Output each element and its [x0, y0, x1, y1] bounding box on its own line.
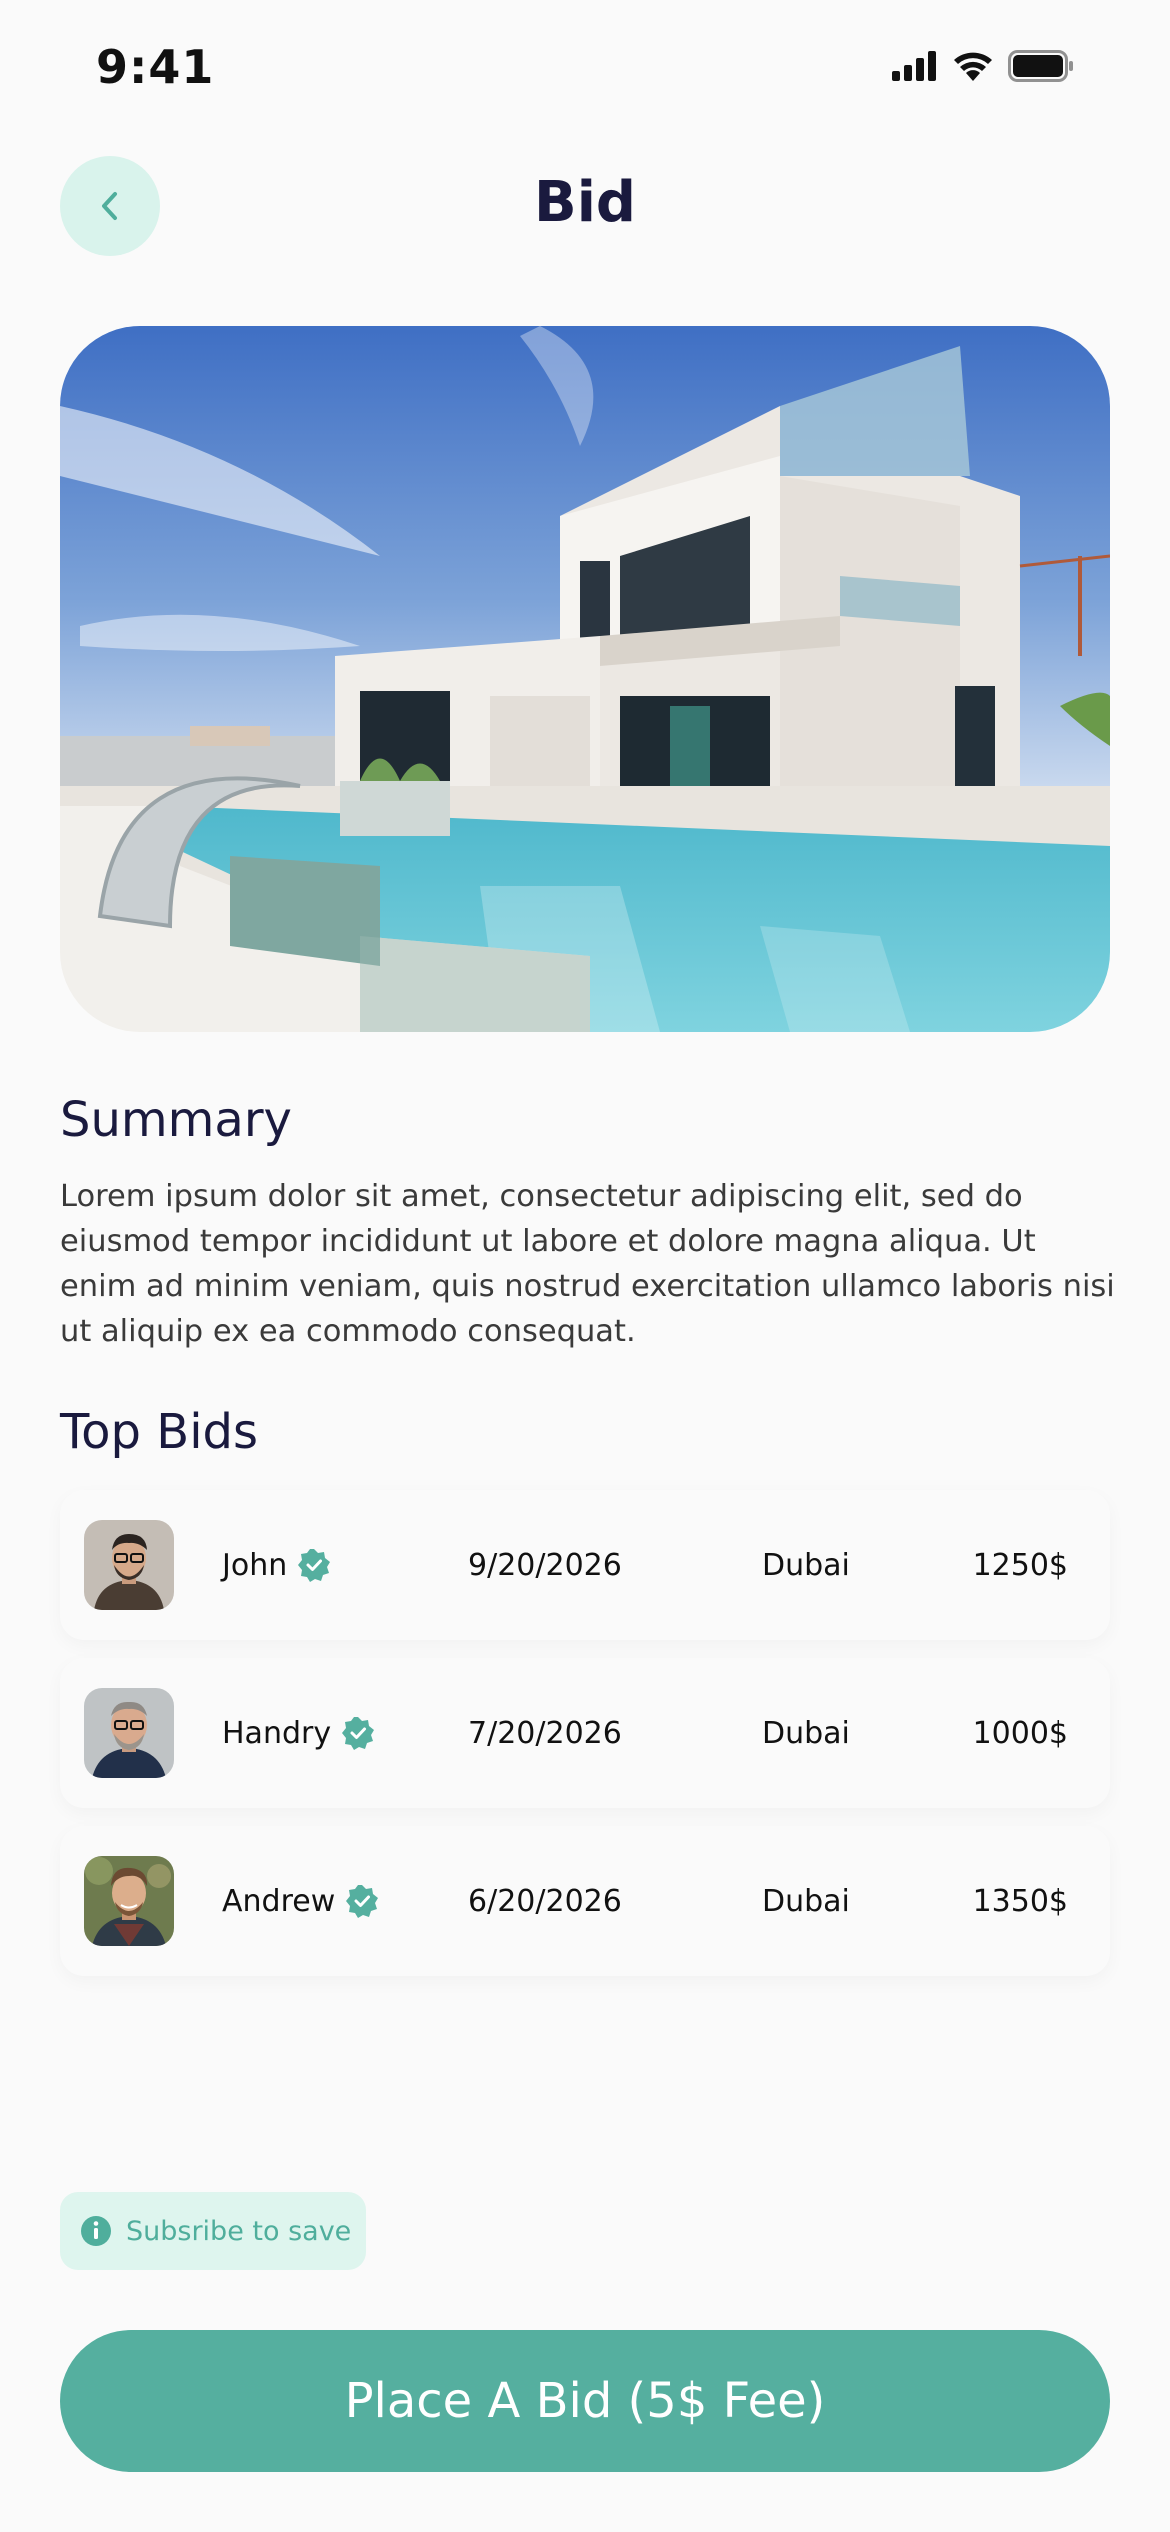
bid-date: 7/20/2026: [468, 1715, 622, 1751]
subscribe-to-save-button[interactable]: Subsribe to save: [60, 2192, 366, 2270]
bid-row[interactable]: Andrew 6/20/2026 Dubai 1350$: [60, 1826, 1110, 1976]
bid-city: Dubai: [762, 1547, 850, 1583]
bidder: Handry: [222, 1658, 375, 1808]
property-image: [60, 326, 1110, 1032]
bid-city: Dubai: [762, 1883, 850, 1919]
bidder-name: Handry: [222, 1715, 332, 1751]
modern-villa-with-pool-photo: [60, 326, 1110, 1032]
avatar: [84, 1520, 174, 1610]
bidder: Andrew: [222, 1826, 379, 1976]
avatar: [84, 1688, 174, 1778]
bid-city: Dubai: [762, 1715, 850, 1751]
place-bid-button[interactable]: Place A Bid (5$ Fee): [60, 2330, 1110, 2472]
status-time: 9:41: [96, 40, 215, 94]
verified-badge-icon: [298, 1549, 331, 1582]
avatar: [84, 1856, 174, 1946]
summary-text: Lorem ipsum dolor sit amet, consectetur …: [60, 1179, 1115, 1349]
bid-row[interactable]: John 9/20/2026 Dubai 1250$: [60, 1490, 1110, 1640]
bid-date: 6/20/2026: [468, 1883, 622, 1919]
subscribe-label: Subsribe to save: [126, 2215, 352, 2247]
signal-icon: [892, 51, 936, 81]
bid-row[interactable]: Handry 7/20/2026 Dubai 1000$: [60, 1658, 1110, 1808]
wifi-icon: [954, 52, 992, 81]
status-bar: 9:41: [0, 0, 1170, 130]
status-icons: [892, 50, 1074, 82]
bidder: John: [222, 1490, 331, 1640]
bid-amount: 1350$: [972, 1883, 1068, 1919]
page-title: Bid: [534, 170, 636, 235]
top-bids-title: Top Bids: [60, 1404, 258, 1460]
summary-title: Summary: [60, 1092, 292, 1148]
battery-icon: [1008, 50, 1073, 82]
bidder-name: Andrew: [222, 1883, 336, 1919]
bid-screen: 9:41 Bid Summary Lorem ipsum dolor sit a…: [0, 0, 1170, 2532]
verified-badge-icon: [342, 1717, 375, 1750]
bidder-name: John: [222, 1547, 288, 1583]
info-icon: [81, 2216, 111, 2246]
bid-amount: 1250$: [972, 1547, 1068, 1583]
verified-badge-icon: [346, 1885, 379, 1918]
bid-amount: 1000$: [972, 1715, 1068, 1751]
bid-date: 9/20/2026: [468, 1547, 622, 1583]
